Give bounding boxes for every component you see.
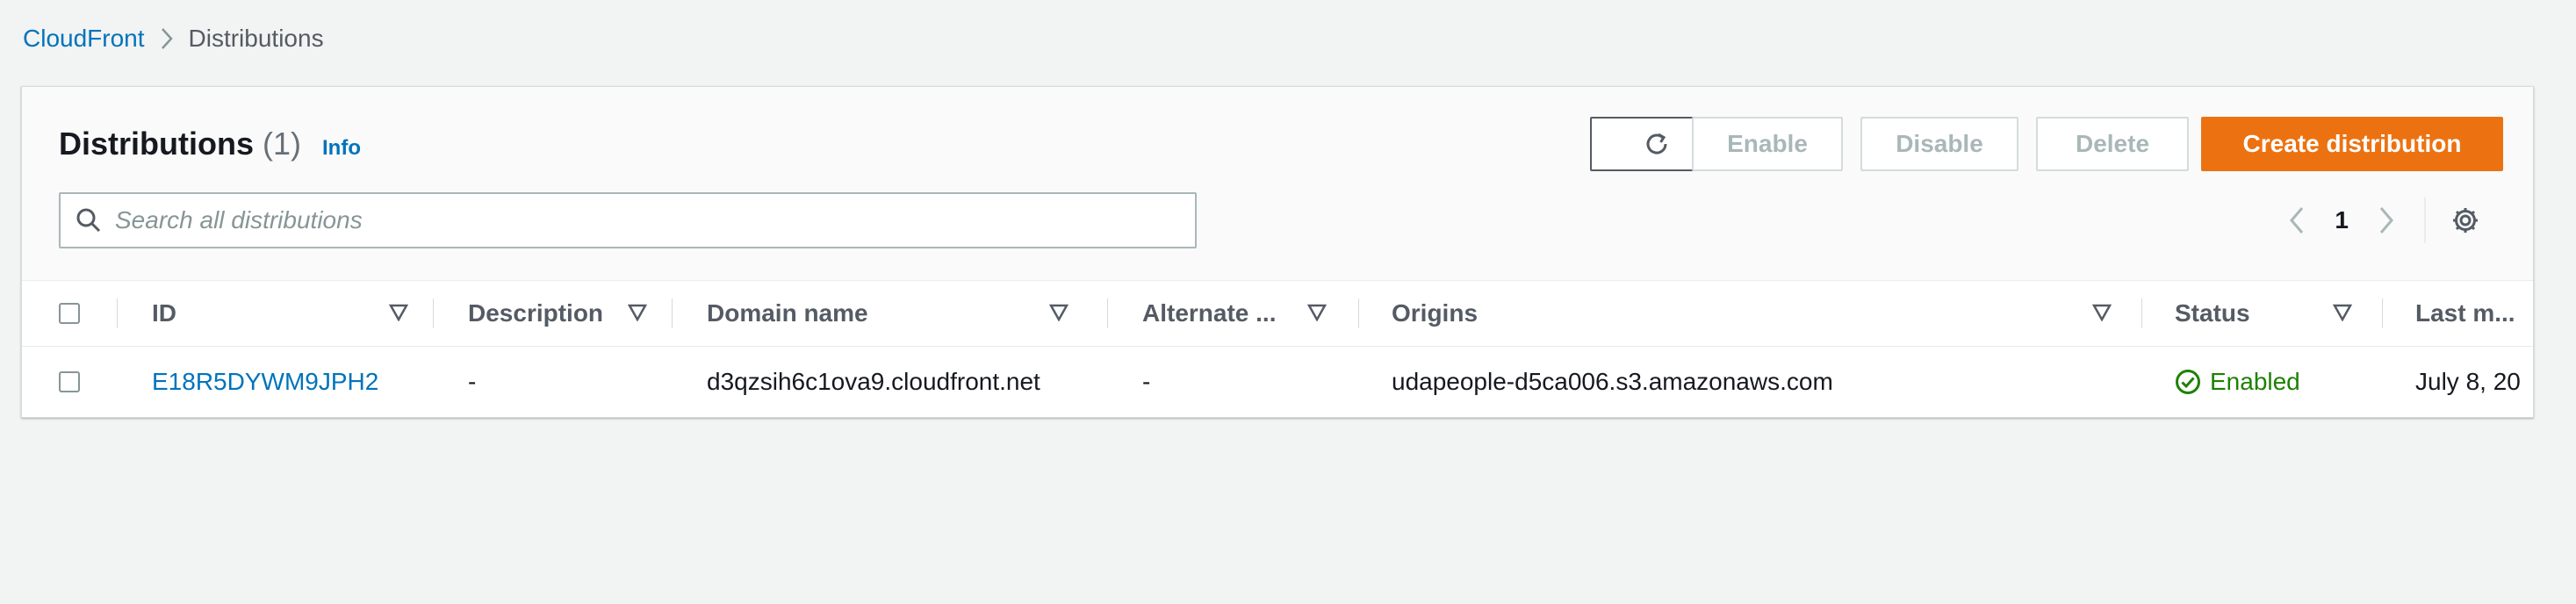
- sort-down-icon[interactable]: [628, 304, 647, 321]
- cell-last-modified: July 8, 20: [2415, 368, 2521, 395]
- chevron-left-icon[interactable]: [2289, 206, 2305, 234]
- table-header: ID Description Domain name Alternate ...…: [22, 281, 2533, 347]
- header-last-modified[interactable]: Last m...: [2415, 281, 2533, 346]
- sort-down-icon[interactable]: [389, 304, 408, 321]
- header-alternate-domain[interactable]: Alternate ...: [1142, 281, 1300, 346]
- header-id[interactable]: ID: [152, 281, 398, 346]
- chevron-right-icon[interactable]: [2378, 206, 2394, 234]
- enable-button[interactable]: Enable: [1692, 117, 1843, 171]
- panel-header: Distributions (1) Info Enable Disable De…: [22, 87, 2533, 281]
- distribution-id-link[interactable]: E18R5DYWM9JPH2: [152, 347, 415, 417]
- column-separator: [2141, 298, 2142, 328]
- column-separator: [2382, 298, 2383, 328]
- column-separator: [1358, 298, 1359, 328]
- column-separator: [672, 298, 673, 328]
- header-domain-name[interactable]: Domain name: [707, 281, 970, 346]
- current-page[interactable]: 1: [2335, 206, 2349, 234]
- column-separator: [433, 298, 434, 328]
- status-text: Enabled: [2210, 368, 2300, 395]
- pager-divider: [2424, 198, 2426, 243]
- sort-down-icon[interactable]: [2333, 304, 2352, 321]
- page-title: Distributions (1) Info: [59, 126, 361, 162]
- disable-button[interactable]: Disable: [1860, 117, 2018, 171]
- cell-origins: udapeople-d5ca006.s3.amazonaws.com: [1392, 368, 1833, 395]
- breadcrumb: CloudFront Distributions: [23, 21, 324, 56]
- cell-alternate-domain: -: [1142, 368, 1151, 395]
- search-placeholder: Search all distributions: [115, 206, 363, 234]
- status-badge: Enabled: [2175, 347, 2368, 417]
- search-input[interactable]: Search all distributions: [59, 192, 1197, 248]
- chevron-right-icon: [161, 27, 173, 50]
- breadcrumb-current: Distributions: [188, 25, 324, 52]
- title-text: Distributions: [59, 126, 254, 162]
- header-origins[interactable]: Origins: [1392, 281, 1743, 346]
- sort-down-icon[interactable]: [2092, 304, 2112, 321]
- column-separator: [1107, 298, 1108, 328]
- cell-description: -: [468, 368, 477, 395]
- gear-icon[interactable]: [2450, 205, 2480, 235]
- sort-down-icon[interactable]: [1307, 304, 1327, 321]
- info-link[interactable]: Info: [322, 136, 361, 161]
- breadcrumb-cloudfront[interactable]: CloudFront: [23, 25, 145, 53]
- select-all-cell: [59, 281, 94, 346]
- table-row[interactable]: E18R5DYWM9JPH2 - d3qzsih6c1ova9.cloudfro…: [22, 347, 2533, 417]
- status-check-icon: [2175, 369, 2210, 395]
- select-all-checkbox[interactable]: [59, 303, 80, 324]
- create-distribution-button[interactable]: Create distribution: [2201, 117, 2503, 171]
- cell-domain-name: d3qzsih6c1ova9.cloudfront.net: [707, 368, 1040, 395]
- distribution-count: (1): [263, 126, 301, 162]
- header-status[interactable]: Status: [2175, 281, 2315, 346]
- search-icon: [75, 206, 103, 234]
- row-select-cell: [59, 347, 94, 417]
- refresh-icon: [1642, 129, 1672, 159]
- sort-down-icon[interactable]: [1049, 304, 1069, 321]
- pagination: 1: [2289, 196, 2480, 245]
- delete-button[interactable]: Delete: [2036, 117, 2189, 171]
- distributions-panel: Distributions (1) Info Enable Disable De…: [21, 86, 2534, 418]
- column-separator: [117, 298, 118, 328]
- row-checkbox[interactable]: [59, 371, 80, 392]
- header-description[interactable]: Description: [468, 281, 626, 346]
